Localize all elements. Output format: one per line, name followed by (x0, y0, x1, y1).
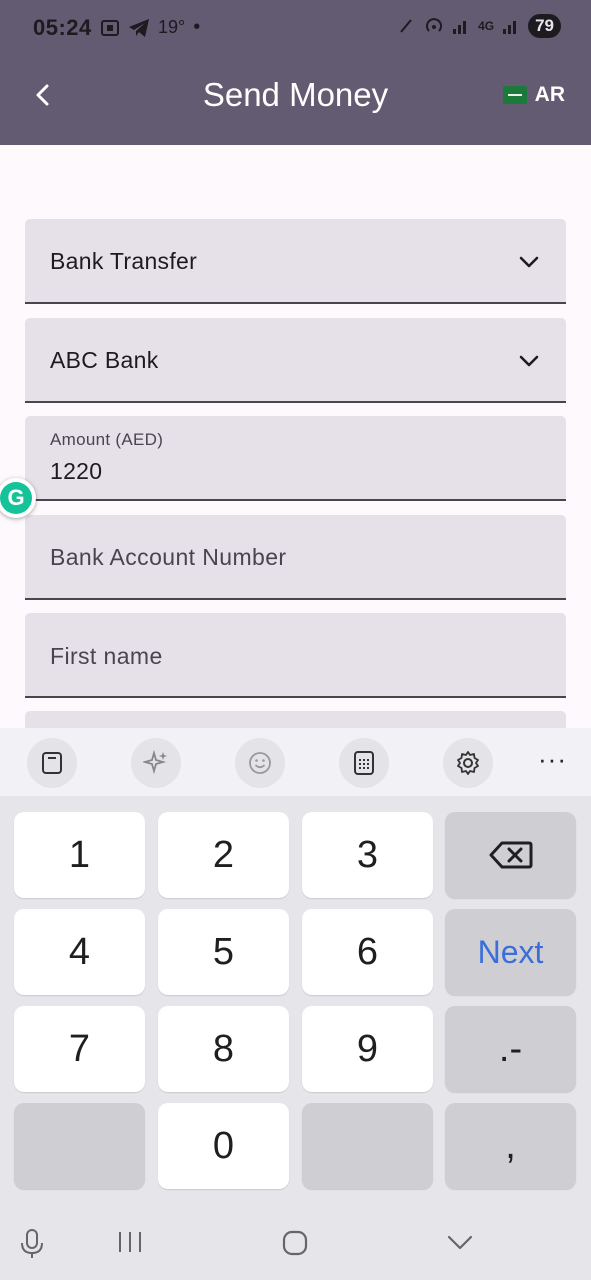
saudi-flag-icon (502, 86, 527, 104)
status-bar: 05:24 19° • 4G 79 (0, 0, 591, 56)
sparkle-icon (143, 750, 167, 775)
status-dot: • (193, 16, 201, 38)
home-icon (282, 1230, 308, 1256)
key-4[interactable]: 4 (14, 909, 145, 995)
app-bar: 05:24 19° • 4G 79 Send Money AR (0, 0, 591, 145)
language-label: AR (534, 83, 565, 106)
telegram-icon (129, 18, 149, 37)
settings-button[interactable] (443, 738, 493, 788)
emoji-icon (249, 752, 271, 774)
send-money-screen: 05:24 19° • 4G 79 Send Money AR Bank Tra… (0, 0, 591, 1280)
transfer-type-value: Bank Transfer (50, 248, 198, 274)
ai-tools-button[interactable] (131, 738, 181, 788)
home-button[interactable] (280, 1228, 310, 1258)
account-number-placeholder: Bank Account Number (50, 544, 287, 570)
key-5[interactable]: 5 (158, 909, 289, 995)
key-7[interactable]: 7 (14, 1006, 145, 1092)
status-time: 05:24 (33, 15, 92, 40)
comma-key[interactable]: , (445, 1103, 576, 1189)
amount-value: 1220 (50, 458, 103, 484)
recent-apps-button[interactable] (116, 1228, 144, 1256)
voice-input-button[interactable] (18, 1228, 46, 1260)
screenshot-icon (101, 19, 119, 36)
network-type: 4G (478, 19, 495, 33)
clipboard-icon (42, 752, 62, 774)
grammarly-icon[interactable]: G (0, 478, 36, 518)
transfer-type-dropdown[interactable]: Bank Transfer (25, 219, 566, 304)
hide-keyboard-button[interactable] (445, 1228, 475, 1258)
key-0[interactable]: 0 (158, 1103, 289, 1189)
clipboard-button[interactable] (27, 738, 77, 788)
signal-icon (453, 21, 467, 34)
chevron-down-icon (519, 256, 539, 268)
settings-icon (457, 751, 479, 775)
key-3[interactable]: 3 (302, 812, 433, 898)
first-name-field[interactable]: First name (25, 613, 566, 698)
keypad-icon (354, 751, 374, 775)
bank-value: ABC Bank (50, 347, 159, 373)
chevron-down-icon (447, 1235, 473, 1250)
account-number-field[interactable]: Bank Account Number (25, 515, 566, 600)
language-switch[interactable]: AR (502, 83, 565, 107)
more-icon[interactable]: ··· (538, 744, 567, 775)
emoji-button[interactable] (235, 738, 285, 788)
hotspot-icon (426, 18, 442, 32)
dot-dash-key[interactable]: .- (445, 1006, 576, 1092)
grammarly-logo: G (0, 482, 32, 514)
amount-field[interactable]: Amount (AED) 1220 (25, 416, 566, 501)
status-temperature: 19° (158, 17, 186, 37)
keyboard-toolbar: ··· (0, 728, 591, 796)
system-nav-bar (0, 1206, 591, 1280)
status-right-icons: 4G 79 (398, 14, 561, 38)
empty-key-right (302, 1103, 433, 1189)
battery-indicator: 79 (528, 14, 561, 38)
key-2[interactable]: 2 (158, 812, 289, 898)
key-1[interactable]: 1 (14, 812, 145, 898)
microphone-icon (21, 1229, 43, 1258)
key-9[interactable]: 9 (302, 1006, 433, 1092)
backspace-key[interactable] (445, 812, 576, 898)
pen-icon (400, 19, 412, 33)
signal-icon-2 (503, 21, 517, 34)
chevron-down-icon (519, 355, 539, 367)
bank-dropdown[interactable]: ABC Bank (25, 318, 566, 403)
amount-label: Amount (AED) (50, 430, 164, 449)
key-6[interactable]: 6 (302, 909, 433, 995)
keypad-button[interactable] (339, 738, 389, 788)
backspace-icon (489, 841, 532, 869)
empty-key-left (14, 1103, 145, 1189)
numeric-keyboard: 1 2 3 4 5 6 Next 7 8 9 .- 0 , (0, 796, 591, 1206)
next-key[interactable]: Next (445, 909, 576, 995)
recent-apps-icon (119, 1232, 141, 1252)
first-name-placeholder: First name (50, 643, 163, 669)
key-8[interactable]: 8 (158, 1006, 289, 1092)
status-left-icons: 19° • (100, 16, 200, 39)
